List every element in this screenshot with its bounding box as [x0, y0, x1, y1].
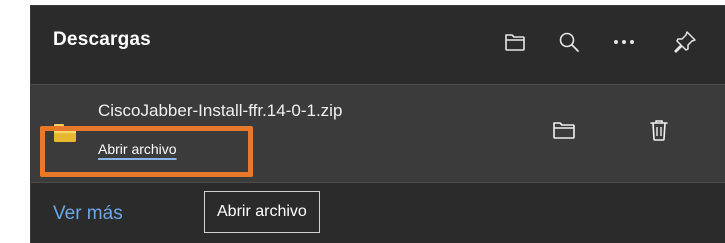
downloads-title: Descargas	[53, 29, 151, 50]
open-file-link[interactable]: Abrir archivo	[98, 141, 177, 157]
see-more-link[interactable]: Ver más	[53, 203, 123, 225]
zip-file-icon	[54, 124, 76, 142]
more-icon	[614, 40, 634, 44]
pin-icon	[674, 31, 696, 53]
download-item[interactable]: CiscoJabber-Install-ffr.14-0-1.zip Abrir…	[31, 84, 725, 183]
downloads-flyout: Descargas CiscoJabber-Install-ffr.14-0-1…	[30, 5, 725, 243]
show-in-folder-button[interactable]	[547, 113, 581, 147]
download-filename: CiscoJabber-Install-ffr.14-0-1.zip	[98, 101, 343, 120]
delete-button[interactable]	[642, 113, 676, 147]
downloads-panel-background: Descargas CiscoJabber-Install-ffr.14-0-1…	[0, 0, 725, 243]
tooltip: Abrir archivo	[204, 191, 320, 233]
pin-downloads-button[interactable]	[669, 26, 701, 58]
open-downloads-folder-button[interactable]	[499, 26, 531, 58]
downloads-header: Descargas	[31, 6, 725, 82]
search-downloads-button[interactable]	[553, 26, 585, 58]
more-options-button[interactable]	[608, 26, 640, 58]
search-icon	[559, 32, 579, 52]
folder-icon	[505, 34, 525, 51]
trash-icon	[650, 120, 668, 141]
folder-icon	[553, 122, 575, 139]
